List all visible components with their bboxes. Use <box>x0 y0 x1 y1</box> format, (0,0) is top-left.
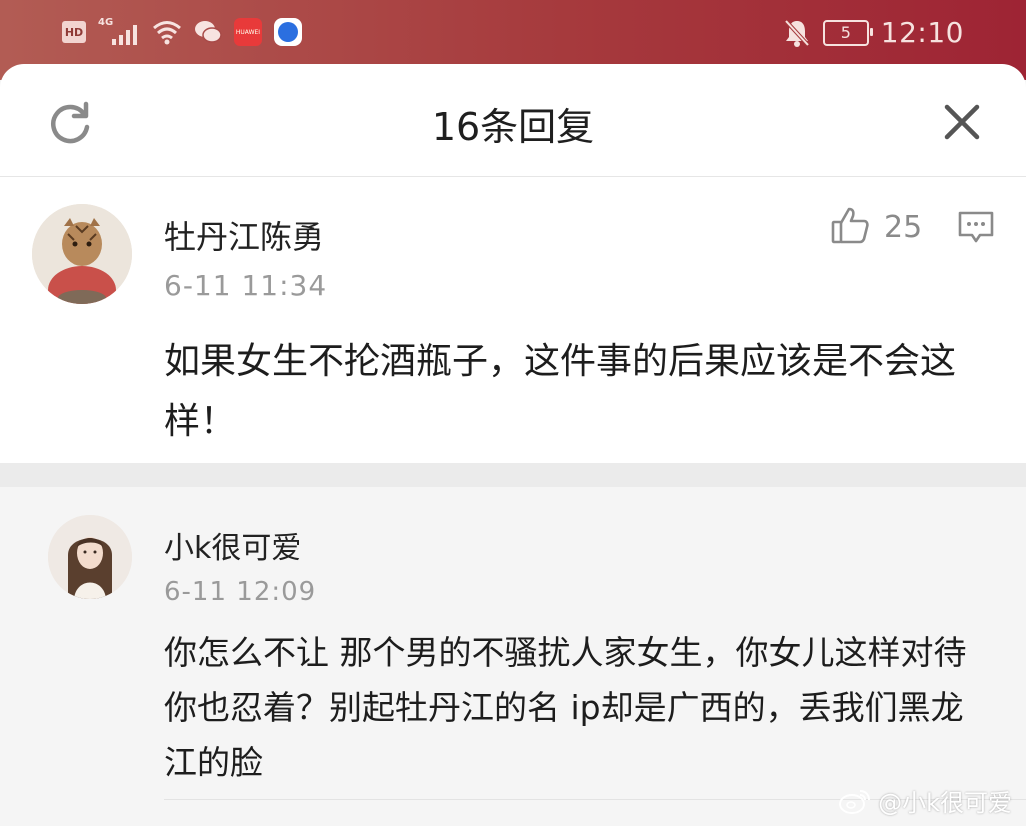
status-left: HD 4G HUAWEI <box>62 17 302 46</box>
thumbs-up-icon[interactable] <box>830 205 870 245</box>
close-button[interactable] <box>940 100 984 144</box>
page-title: 16条回复 <box>431 105 595 149</box>
main-comment: 牡丹江陈勇 6-11 11:34 25 如果女生不抡酒瓶子，这件事的后果应该是不… <box>0 177 1026 463</box>
hd-icon: HD <box>62 21 86 43</box>
reply-content: 你怎么不让 那个男的不骚扰人家女生，你女儿这样对待你也忍着？别起牡丹江的名 ip… <box>164 633 967 782</box>
comment-time: 6-11 11:34 <box>164 269 328 302</box>
weibo-logo-icon <box>839 789 871 814</box>
avatar[interactable] <box>32 204 132 304</box>
section-divider <box>0 463 1026 487</box>
reply-item: 小k很可爱 6-11 12:09 你怎么不让 那个男的不骚扰人家女生，你女儿这样… <box>0 487 1026 826</box>
weibo-watermark: @小k很可爱 <box>838 783 1012 818</box>
battery-level: 5 <box>840 23 851 42</box>
browser-app-icon <box>274 18 302 46</box>
reply-comment-icon[interactable] <box>956 209 996 245</box>
avatar[interactable] <box>48 515 132 599</box>
comment-content: 如果女生不抡酒瓶子，这件事的后果应该是不会这样！ <box>164 341 957 442</box>
status-time: 12:10 <box>880 16 964 49</box>
status-right: 5 12:10 <box>783 16 964 49</box>
wechat-icon <box>195 21 222 43</box>
watermark-text: @小k很可爱 <box>878 789 1012 817</box>
reply-time: 6-11 12:09 <box>164 577 317 607</box>
close-icon <box>944 104 980 140</box>
signal-icon: 4G <box>98 17 140 45</box>
network-type-label: 4G <box>98 17 114 28</box>
battery-icon: 5 <box>822 19 873 46</box>
huawei-app-icon: HUAWEI <box>234 18 262 46</box>
wifi-icon <box>153 21 181 45</box>
replies-sheet-header: 16条回复 <box>0 64 1026 177</box>
like-count: 25 <box>884 210 923 245</box>
mute-bell-icon <box>784 19 810 47</box>
reply-username[interactable]: 小k很可爱 <box>164 523 301 567</box>
comment-username[interactable]: 牡丹江陈勇 <box>164 212 324 258</box>
